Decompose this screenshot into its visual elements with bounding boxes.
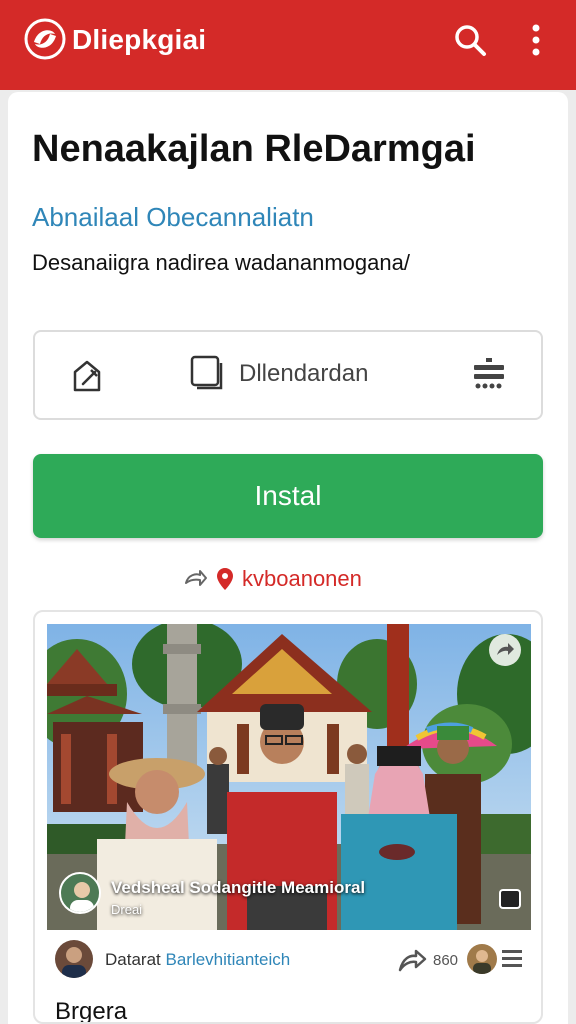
caption-action-button[interactable]: [497, 884, 525, 912]
expand-icon: [499, 889, 521, 909]
calendar-button[interactable]: Dllendardan: [189, 354, 368, 394]
festival-photo[interactable]: Vedsheal Sodangitle Meamioral Dreai: [47, 624, 531, 930]
author-line[interactable]: Datarat Barlevhitianteich: [105, 950, 290, 970]
app-title: Dliepkgiai: [72, 24, 207, 55]
page-title: Nenaakajlan RleDarmgai: [32, 128, 476, 170]
caption-title: Vedsheal Sodangitle Meamioral: [111, 878, 366, 897]
more-vertical-icon: [532, 24, 540, 56]
calendar-label: Dllendardan: [239, 360, 369, 387]
location-pin-icon: [217, 568, 233, 590]
viewer-avatar[interactable]: [467, 944, 497, 974]
app-bar: Dliepkgiai: [0, 0, 576, 90]
author-tag: Barlevhitianteich: [165, 950, 291, 969]
section-label: Brgera: [55, 998, 128, 1024]
app-logo-icon[interactable]: [24, 18, 66, 60]
page-description: Desanaiigra nadirea wadananmogana/: [32, 250, 410, 275]
location-row[interactable]: kvboanonen: [184, 566, 362, 592]
caption-avatar[interactable]: [59, 872, 101, 914]
search-button[interactable]: [448, 18, 492, 62]
menu-icon[interactable]: [501, 947, 523, 971]
post-card[interactable]: Vedsheal Sodangitle Meamioral Dreai Data…: [33, 610, 543, 1024]
author-avatar[interactable]: [55, 940, 93, 978]
navigation-arrow-icon: [185, 570, 207, 586]
edit-button[interactable]: [69, 356, 109, 396]
more-options-button[interactable]: [518, 18, 554, 62]
filter-button[interactable]: [469, 354, 509, 394]
share-icon: [497, 643, 514, 655]
filter-icon: [474, 358, 504, 389]
page-subtitle[interactable]: Abnailaal Obecannaliatn: [32, 202, 314, 233]
location-text: kvboanonen: [242, 566, 362, 591]
share-count: 860: [433, 952, 459, 969]
install-button[interactable]: Instal: [33, 454, 543, 538]
caption-subtitle: Dreai: [111, 902, 143, 917]
search-icon: [455, 25, 486, 56]
author-name: Datarat: [105, 950, 161, 969]
share-icon[interactable]: [397, 946, 427, 976]
photo-share-button[interactable]: [489, 634, 521, 666]
action-bar: Dllendardan: [33, 330, 543, 420]
calendar-icon: [190, 355, 223, 390]
edit-icon: [73, 360, 101, 392]
